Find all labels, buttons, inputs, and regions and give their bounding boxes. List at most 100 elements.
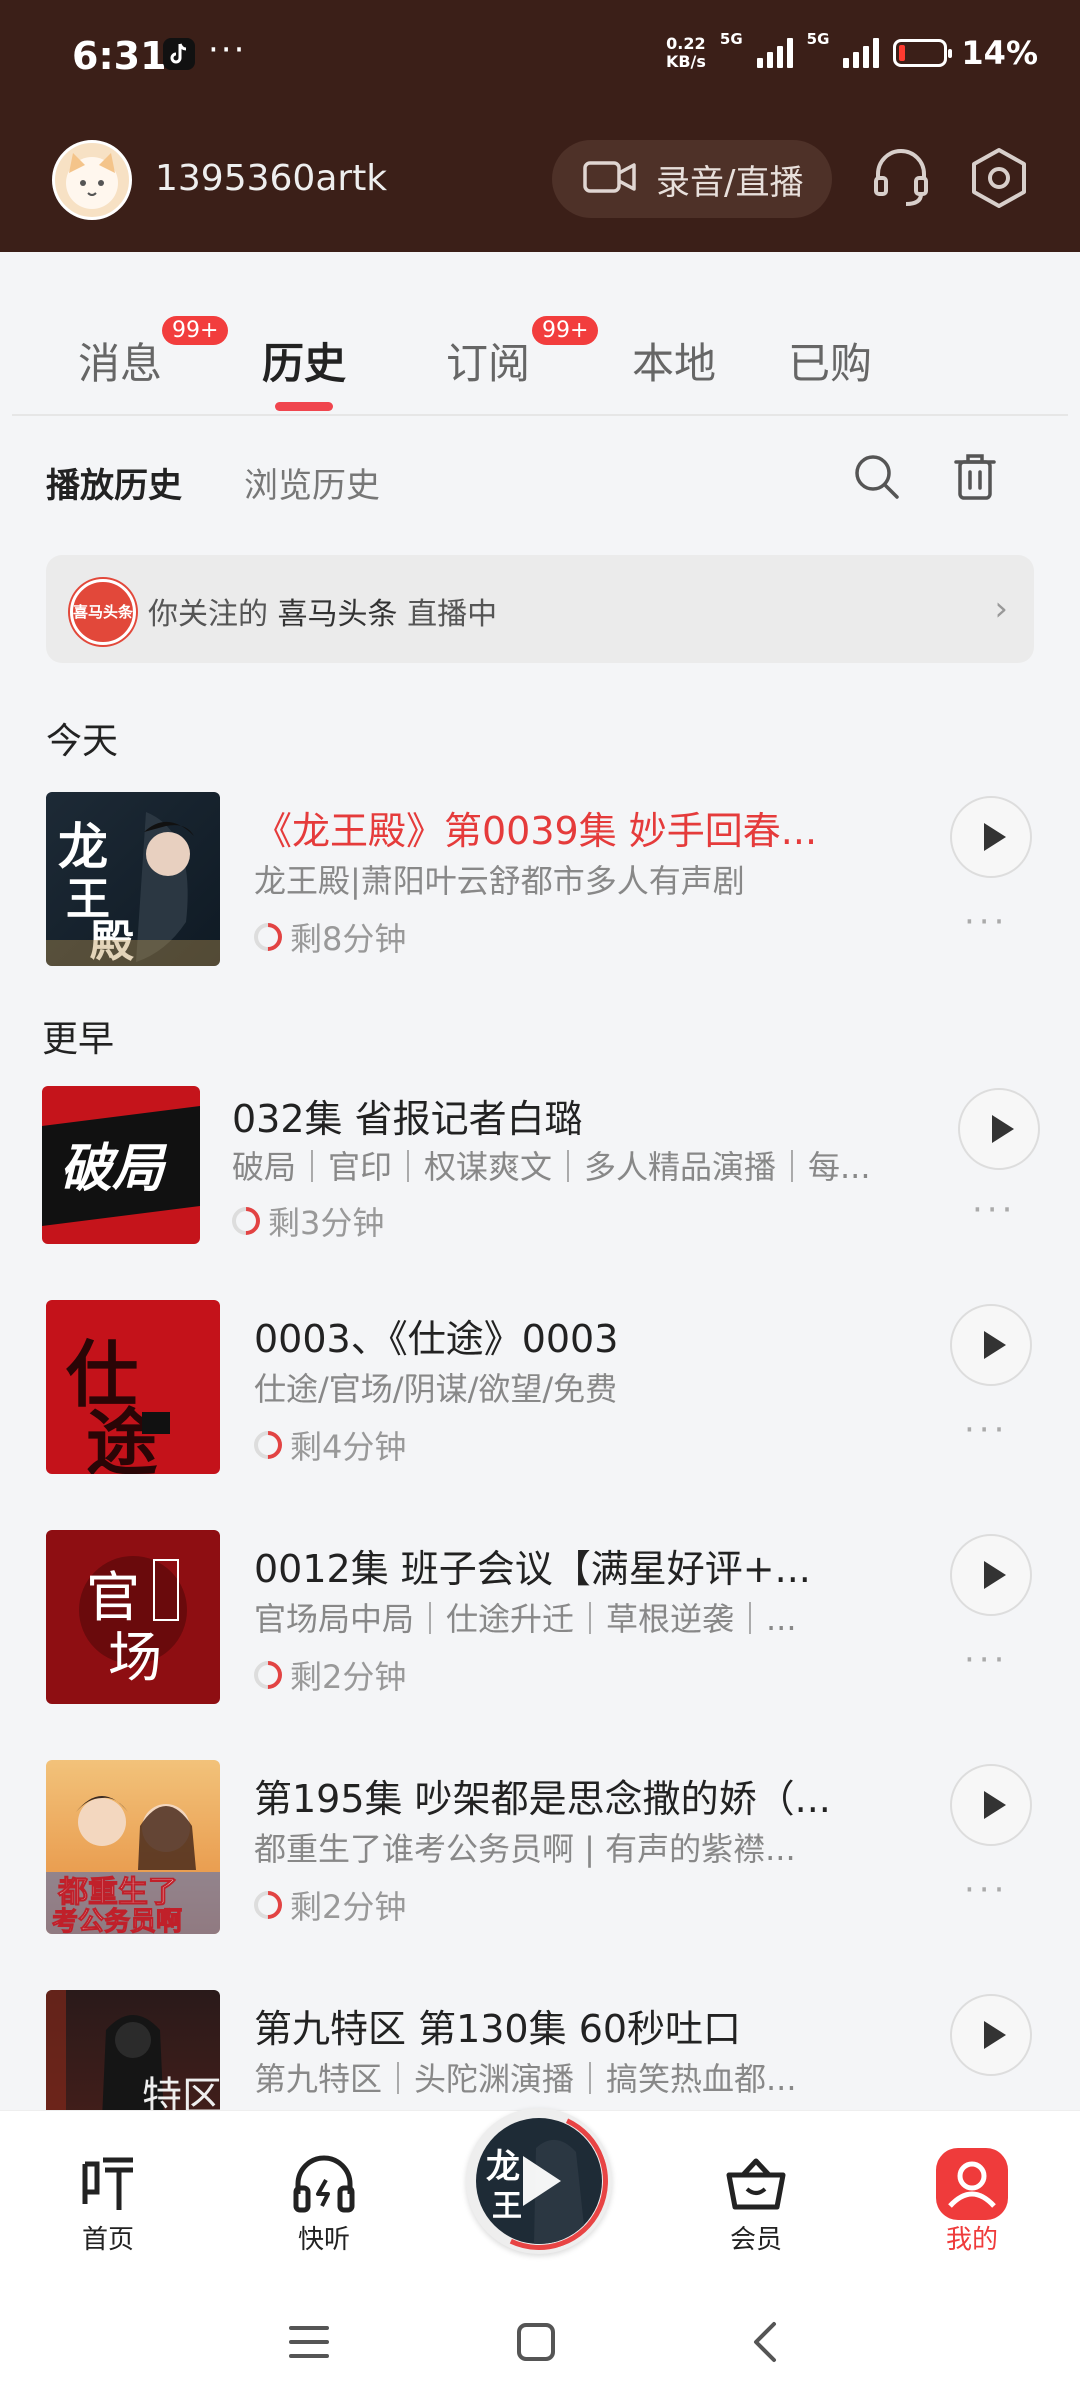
sim1-5g-label: 5G xyxy=(719,30,743,48)
username[interactable]: 1395360artk xyxy=(155,158,387,199)
record-live-button[interactable]: 录音/直播 xyxy=(552,140,832,218)
tab-messages-label: 消息 xyxy=(78,339,163,388)
nav-home[interactable]: 首页 xyxy=(38,2149,178,2256)
svg-text:特区: 特区 xyxy=(142,2074,220,2110)
remaining-text: 剩8分钟 xyxy=(290,920,407,958)
search-icon[interactable] xyxy=(852,452,902,506)
progress-ring-icon xyxy=(248,1885,288,1925)
item-subtitle: 仕途/官场/阴谋/欲望/免费 xyxy=(254,1370,618,1408)
list-item[interactable]: 都重生了 考公务员啊 第195集 吵架都是思念撒的娇（... 都重生了谁考公务员啊… xyxy=(0,1760,1080,1940)
list-item[interactable]: 破局 032集 省报记者白璐 破局｜官印｜权谋爽文｜多人精品演播｜每... 剩3… xyxy=(0,1086,1080,1266)
tab-history-label: 历史 xyxy=(262,339,347,388)
nav-me-label: 我的 xyxy=(945,2225,998,2255)
svg-text:途: 途 xyxy=(86,1400,158,1474)
item-title: 032集 省报记者白璐 xyxy=(232,1097,583,1141)
settings-hexagon-icon[interactable] xyxy=(968,146,1030,214)
list-item[interactable]: 官场 0012集 班子会议【满星好评+... 官场局中局｜仕途升迁｜草根逆袭｜.… xyxy=(0,1530,1080,1710)
item-subtitle: 都重生了谁考公务员啊 | 有声的紫襟... xyxy=(254,1830,796,1868)
list-item[interactable]: 龙王殿 《龙王殿》第0039集 妙手回春... 龙王殿|萧阳叶云舒都市多人有声剧… xyxy=(0,792,1080,972)
progress-ring-icon xyxy=(248,1425,288,1465)
remaining-text: 剩4分钟 xyxy=(290,1428,407,1466)
more-options-icon[interactable]: ··· xyxy=(972,1190,1016,1230)
home-square-icon[interactable] xyxy=(516,2322,556,2366)
subscriptions-badge: 99+ xyxy=(532,316,599,345)
subtab-play-history[interactable]: 播放历史 xyxy=(46,458,182,507)
tab-subscriptions[interactable]: 订阅 xyxy=(446,330,530,391)
list-item[interactable]: 仕途 0003、《仕途》0003 仕途/官场/阴谋/欲望/免费 剩4分钟 ··· xyxy=(0,1300,1080,1480)
profile-icon xyxy=(902,2148,1042,2220)
headphones-icon xyxy=(254,2149,394,2219)
messages-badge: 99+ xyxy=(162,316,229,345)
play-button[interactable] xyxy=(958,1088,1040,1170)
play-button[interactable] xyxy=(950,1764,1032,1846)
cover-image: 龙王殿 xyxy=(46,792,220,966)
tab-local[interactable]: 本地 xyxy=(632,330,716,391)
more-options-icon[interactable]: ··· xyxy=(964,1410,1008,1450)
svg-text:场: 场 xyxy=(108,1626,162,1689)
remaining-text: 剩2分钟 xyxy=(290,1888,407,1926)
nav-home-label: 首页 xyxy=(81,2225,134,2255)
list-item[interactable]: 特区 第九特区 第130集 60秒吐口 第九特区｜头陀渊演播｜搞笑热血都... xyxy=(0,1990,1080,2110)
tab-purchased-label: 已购 xyxy=(788,339,873,388)
play-overlay-icon xyxy=(523,2156,561,2206)
live-prefix: 你关注的 xyxy=(148,597,268,632)
tab-purchased[interactable]: 已购 xyxy=(788,330,872,391)
nav-vip-label: 会员 xyxy=(729,2225,782,2255)
play-button[interactable] xyxy=(950,1304,1032,1386)
item-title: 第九特区 第130集 60秒吐口 xyxy=(254,2007,742,2051)
item-remaining: 剩2分钟 xyxy=(248,1882,407,1928)
live-banner[interactable]: 喜马头条 你关注的 喜马头条 直播中 › xyxy=(46,555,1034,663)
status-more-dots: ··· xyxy=(208,30,247,70)
menu-icon[interactable] xyxy=(288,2322,330,2366)
nav-vip[interactable]: 会员 xyxy=(686,2149,826,2256)
vip-basket-icon xyxy=(686,2149,826,2219)
top-header: 6:31 ··· 0.22 KB/s 5G 5G 14% 1395360artk… xyxy=(0,0,1080,252)
svg-text:龙: 龙 xyxy=(58,817,108,876)
more-options-icon[interactable]: ··· xyxy=(964,1640,1008,1680)
signal-bars-2-icon xyxy=(843,38,880,68)
play-button[interactable] xyxy=(950,796,1032,878)
svg-text:官: 官 xyxy=(86,1566,140,1629)
back-icon[interactable] xyxy=(748,2320,780,2368)
sim2-5g-label: 5G xyxy=(806,30,830,48)
more-options-icon[interactable]: ··· xyxy=(964,902,1008,942)
play-button[interactable] xyxy=(950,1994,1032,2076)
system-nav-bar xyxy=(0,2290,1080,2400)
trash-icon[interactable] xyxy=(952,450,998,506)
net-speed-unit: KB/s xyxy=(665,52,706,71)
avatar[interactable] xyxy=(52,140,132,220)
active-tab-underline xyxy=(275,402,333,411)
battery-level xyxy=(899,45,906,61)
tiktok-icon xyxy=(163,38,195,70)
section-earlier: 更早 xyxy=(42,1019,115,1060)
item-remaining: 剩3分钟 xyxy=(226,1198,385,1244)
item-title: 《龙王殿》第0039集 妙手回春... xyxy=(254,809,818,853)
svg-text:破局: 破局 xyxy=(60,1138,168,1199)
cover-image: 官场 xyxy=(46,1530,220,1704)
progress-ring-icon xyxy=(248,917,288,957)
play-button[interactable] xyxy=(950,1534,1032,1616)
item-remaining: 剩8分钟 xyxy=(248,914,407,960)
tab-messages[interactable]: 消息 xyxy=(78,330,162,391)
now-playing-disc[interactable]: 龙王 xyxy=(450,2092,628,2270)
cover-image: 仕途 xyxy=(46,1300,220,1474)
record-live-label: 录音/直播 xyxy=(656,162,804,203)
net-speed: 0.22 KB/s xyxy=(666,35,706,71)
more-options-icon[interactable]: ··· xyxy=(964,1870,1008,1910)
status-time: 6:31 xyxy=(72,34,167,78)
item-remaining: 剩4分钟 xyxy=(248,1422,407,1468)
remaining-text: 剩3分钟 xyxy=(268,1204,385,1242)
nav-me[interactable]: 我的 xyxy=(902,2148,1042,2256)
cover-image: 都重生了 考公务员啊 xyxy=(46,1760,220,1934)
live-name: 喜马头条 xyxy=(277,597,398,632)
svg-text:考公务员啊: 考公务员啊 xyxy=(52,1907,182,1934)
subtab-browse-history[interactable]: 浏览历史 xyxy=(244,458,380,507)
tab-history[interactable]: 历史 xyxy=(262,330,347,411)
tabs-divider xyxy=(12,414,1068,416)
nav-quick-listen[interactable]: 快听 xyxy=(254,2149,394,2256)
nav-quick-listen-label: 快听 xyxy=(297,2225,350,2255)
main-tabs: 消息 99+ 历史 订阅 99+ 本地 已购 xyxy=(0,268,1080,418)
item-title: 第195集 吵架都是思念撒的娇（... xyxy=(254,1777,831,1821)
headset-service-icon[interactable] xyxy=(872,146,930,214)
video-camera-icon xyxy=(582,157,638,201)
